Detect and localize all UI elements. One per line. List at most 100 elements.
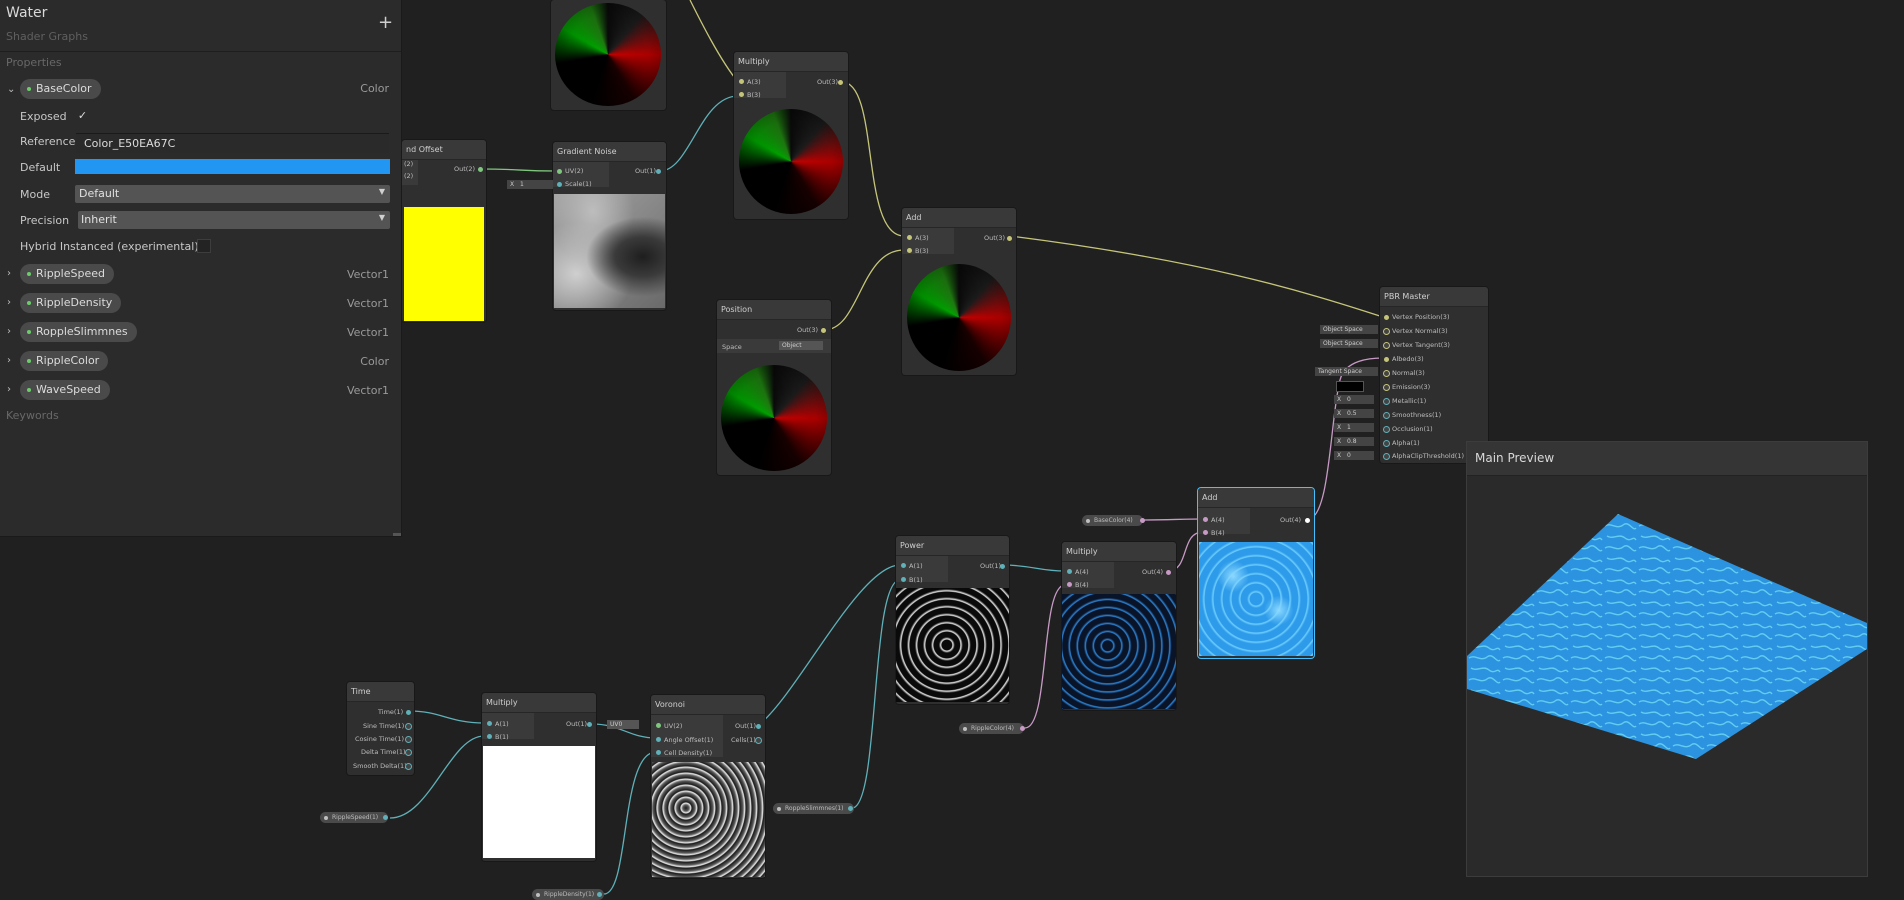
smoothness-field[interactable]: 0.5 <box>1344 409 1374 418</box>
ripple-slimmnes-property-node[interactable]: RoppleSlimmnes(1) <box>773 803 854 814</box>
port-in-dot[interactable] <box>739 79 744 84</box>
port-out-dot[interactable] <box>756 724 761 729</box>
chevron-down-icon[interactable]: ⌄ <box>7 84 15 95</box>
metallic-field[interactable]: 0 <box>1344 395 1374 404</box>
port-in-dot[interactable] <box>1067 582 1072 587</box>
port-in-dot[interactable] <box>487 734 492 739</box>
pill-out-dot[interactable] <box>848 806 853 811</box>
port-in-dot[interactable] <box>1384 329 1389 334</box>
uv-dropdown[interactable]: UV0 <box>607 720 639 729</box>
precision-dropdown[interactable]: Inherit ▼ <box>78 211 390 229</box>
reference-input[interactable]: Color_E50EA67C <box>76 133 389 153</box>
chevron-right-icon[interactable]: › <box>7 384 11 395</box>
port-out-dot[interactable] <box>656 169 661 174</box>
basecolor-property-node[interactable]: BaseColor(4) <box>1082 515 1143 526</box>
port-in-dot[interactable] <box>1067 569 1072 574</box>
tangent-space-dropdown[interactable]: Tangent Space <box>1315 367 1378 376</box>
port-in-dot[interactable] <box>557 182 562 187</box>
port-in-dot[interactable] <box>1384 427 1389 432</box>
property-rippledensity[interactable]: RippleDensity <box>20 293 122 313</box>
multiply-node-low[interactable]: Multiply A(1) B(1) Out(1) <box>482 693 596 861</box>
port-out-dot[interactable] <box>406 724 411 729</box>
add-property-button[interactable]: + <box>378 14 393 32</box>
port-out-dot[interactable] <box>821 328 826 333</box>
port-out-dot[interactable] <box>587 722 592 727</box>
port-out-dot[interactable] <box>406 737 411 742</box>
port-in-dot[interactable] <box>1384 385 1389 390</box>
port-out-dot[interactable] <box>478 167 483 172</box>
add-node-bottom[interactable]: Add A(4) B(4) Out(4) <box>1198 488 1314 658</box>
port-out-dot[interactable] <box>406 764 411 769</box>
chevron-right-icon[interactable]: › <box>7 268 11 279</box>
port-in-dot[interactable] <box>1384 371 1389 376</box>
port-in-dot[interactable] <box>1384 357 1389 362</box>
property-basecolor[interactable]: BaseColor <box>20 79 101 99</box>
port-in-dot[interactable] <box>656 750 661 755</box>
object-space-dropdown[interactable]: Object Space <box>1320 339 1378 348</box>
port-in-dot[interactable] <box>907 248 912 253</box>
emission-color-swatch[interactable] <box>1336 381 1364 392</box>
port-out-dot[interactable] <box>1166 570 1171 575</box>
port-out-dot[interactable] <box>1000 564 1005 569</box>
pill-out-dot[interactable] <box>383 815 388 820</box>
chevron-right-icon[interactable]: › <box>7 297 11 308</box>
ripplecolor-property-node[interactable]: RippleColor(4) <box>959 723 1024 734</box>
port-out-dot[interactable] <box>406 710 411 715</box>
multiply-node-top[interactable]: Multiply A(3) B(3) Out(3) <box>734 52 848 219</box>
port-out-dot[interactable] <box>1007 236 1012 241</box>
add-node-mid[interactable]: Add A(3) B(3) Out(3) <box>902 208 1016 375</box>
resize-handle[interactable] <box>393 533 401 536</box>
port-in-dot[interactable] <box>656 737 661 742</box>
ripple-density-property-node[interactable]: RippleDensity(1) <box>532 889 605 900</box>
port-in-dot[interactable] <box>1384 315 1389 320</box>
port-out-dot[interactable] <box>406 750 411 755</box>
property-ripplecolor[interactable]: RippleColor <box>20 351 109 371</box>
port-in-dot[interactable] <box>901 577 906 582</box>
port-in-dot[interactable] <box>907 235 912 240</box>
port-in-dot[interactable] <box>1384 441 1389 446</box>
port-in-dot[interactable] <box>1384 343 1389 348</box>
pill-out-dot[interactable] <box>1140 518 1145 523</box>
property-roppleslimmnes[interactable]: RoppleSlimmnes <box>20 322 137 342</box>
power-node[interactable]: Power A(1) B(1) Out(1) <box>896 536 1009 704</box>
blackboard-panel[interactable]: Water Shader Graphs + Properties ⌄ BaseC… <box>0 0 402 537</box>
partial-node-top[interactable] <box>551 0 666 110</box>
ripple-speed-property-node[interactable]: RippleSpeed(1) <box>320 812 389 823</box>
alpha-field[interactable]: 0.8 <box>1344 437 1374 446</box>
port-in-dot[interactable] <box>1384 454 1389 459</box>
pbr-master-node[interactable]: PBR Master Vertex Position(3) Vertex Nor… <box>1380 287 1488 463</box>
port-in-dot[interactable] <box>1203 517 1208 522</box>
gradient-noise-node[interactable]: Gradient Noise UV(2) Scale(1) Out(1) <box>553 142 666 310</box>
port-in-dot[interactable] <box>1203 530 1208 535</box>
port-in-dot[interactable] <box>1384 413 1389 418</box>
port-out-dot[interactable] <box>838 80 843 85</box>
property-ripplespeed[interactable]: RippleSpeed <box>20 264 114 284</box>
position-node[interactable]: Position Out(3) Space Object <box>717 300 831 475</box>
tiling-offset-node[interactable]: nd Offset (2) (2) Out(2) <box>402 140 486 322</box>
hybrid-instanced-checkbox[interactable] <box>197 239 211 253</box>
port-out-dot[interactable] <box>756 738 761 743</box>
voronoi-node[interactable]: Voronoi UV(2) Angle Offset(1) Cell Densi… <box>651 695 765 878</box>
port-in-dot[interactable] <box>656 723 661 728</box>
property-wavespeed[interactable]: WaveSpeed <box>20 380 110 400</box>
alpha-clip-field[interactable]: 0 <box>1344 451 1374 460</box>
multiply-node-bottom[interactable]: Multiply A(4) B(4) Out(4) <box>1062 542 1176 710</box>
port-in-dot[interactable] <box>487 721 492 726</box>
default-color-swatch[interactable] <box>75 159 390 174</box>
time-node[interactable]: Time Time(1) Sine Time(1) Cosine Time(1)… <box>347 682 414 775</box>
pill-out-dot[interactable] <box>597 892 602 897</box>
pill-out-dot[interactable] <box>1020 726 1025 731</box>
chevron-right-icon[interactable]: › <box>7 355 11 366</box>
space-dropdown[interactable]: Object <box>779 341 823 350</box>
port-out-dot[interactable] <box>1305 518 1310 523</box>
port-in-dot[interactable] <box>739 92 744 97</box>
main-preview-panel[interactable]: Main Preview <box>1466 441 1868 877</box>
mode-dropdown[interactable]: Default ▼ <box>75 185 390 203</box>
scale-field[interactable]: 1 <box>517 180 553 189</box>
object-space-dropdown[interactable]: Object Space <box>1320 325 1378 334</box>
chevron-right-icon[interactable]: › <box>7 326 11 337</box>
port-in-dot[interactable] <box>1384 399 1389 404</box>
occlusion-field[interactable]: 1 <box>1344 423 1374 432</box>
port-in-dot[interactable] <box>901 563 906 568</box>
exposed-checkbox[interactable]: ✓ <box>76 109 89 122</box>
